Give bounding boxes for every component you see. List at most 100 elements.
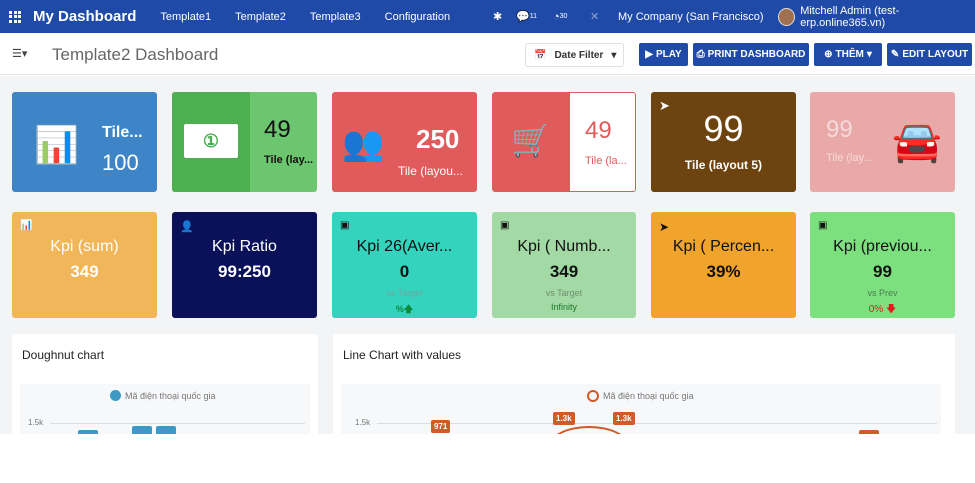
money-icon: ▣ xyxy=(818,220,828,231)
app-brand[interactable]: My Dashboard xyxy=(33,8,136,25)
user-icon: 👤 xyxy=(180,221,194,233)
kpi-value: 349 xyxy=(70,262,99,281)
kpi-value: 0 xyxy=(399,262,410,281)
chart-legend[interactable]: Mã điện thoại quốc gia xyxy=(587,390,694,402)
print-dashboard-button[interactable]: ⎙ PRINT DASHBOARD xyxy=(693,43,809,66)
money-icon: ① xyxy=(184,124,238,158)
caret-down-icon: ▾ xyxy=(866,49,872,60)
tile-label: Tile... xyxy=(102,124,143,141)
close-icon[interactable]: ✕ xyxy=(590,0,599,33)
kpi-1[interactable]: 📊 Kpi (sum) 349 xyxy=(12,212,157,318)
edit-label: EDIT LAYOUT xyxy=(902,49,969,60)
arrow-up-icon: 🡅 xyxy=(403,304,414,314)
legend-circle-icon xyxy=(587,390,599,402)
kpi-label: Kpi (sum) xyxy=(50,238,119,255)
chat-icon: 💬 xyxy=(516,11,530,23)
activity-count: 30 xyxy=(559,13,568,20)
bug-icon[interactable]: ✱ xyxy=(493,0,502,33)
caret-down-icon: ▾ xyxy=(611,49,617,61)
tile-value: 99 xyxy=(703,108,744,149)
play-button[interactable]: ▶ PLAY xyxy=(639,43,688,66)
car-icon: 🚘 xyxy=(892,120,942,164)
kpi-value: 349 xyxy=(549,262,579,281)
chart-title: Doughnut chart xyxy=(22,348,105,362)
kpi-2[interactable]: 👤 Kpi Ratio 99:250 xyxy=(172,212,317,318)
control-panel: ☰▾ Template2 Dashboard 📅 Date Filter ▾ ▶ PL… xyxy=(0,33,975,75)
legend-label: Mã điện thoại quốc gia xyxy=(603,391,694,401)
tile-value: 49 xyxy=(264,116,291,143)
kpi-label: Kpi 26(Aver... xyxy=(356,238,453,255)
avatar xyxy=(778,7,796,26)
nav-configuration[interactable]: Configuration xyxy=(385,11,450,23)
kpi-sub: vs Target xyxy=(545,288,583,298)
bar-chart-icon: 📊 xyxy=(34,124,79,165)
kpi-label: Kpi Ratio xyxy=(212,238,277,255)
data-label: 1.3k xyxy=(553,412,575,425)
data-label: 971 xyxy=(431,420,451,433)
nav-template2[interactable]: Template2 xyxy=(235,11,286,23)
bar-chart-icon: 📊 xyxy=(20,220,33,231)
tile-6[interactable]: 99 Tile (lay... 🚘 xyxy=(810,92,955,192)
play-label: PLAY xyxy=(655,49,682,60)
nav-template3[interactable]: Template3 xyxy=(310,11,361,23)
kpi-label: Kpi ( Percen... xyxy=(672,238,775,255)
kpi-sub: vs Prev xyxy=(867,288,898,298)
them-button[interactable]: ⊕ THÊM ▾ xyxy=(814,43,882,66)
clock-icon: ◔ xyxy=(553,10,560,23)
kpi-6[interactable]: ▣ Kpi (previou... 99 vs Prev 0% 🡇 xyxy=(810,212,955,318)
page-title: Template2 Dashboard xyxy=(52,45,219,64)
blank-footer xyxy=(0,434,975,483)
kpi-value: 99:250 xyxy=(218,262,271,281)
print-icon: ⎙ xyxy=(696,49,705,60)
kpi-value: 99 xyxy=(873,262,892,281)
kpi-sub: vs Target xyxy=(386,288,423,298)
legend-label: Mã điện thoại quốc gia xyxy=(125,390,216,401)
tile-label: Tile (layou... xyxy=(398,164,463,178)
user-menu[interactable]: Mitchell Admin (test-erp.online365.vn) xyxy=(778,0,975,33)
company-switcher[interactable]: My Company (San Francisco) xyxy=(618,0,764,33)
legend-dot-icon xyxy=(110,390,121,401)
kpi-extra: 0% xyxy=(868,304,884,315)
tile-label: Tile (lay... xyxy=(826,152,873,164)
calendar-icon: 📅 xyxy=(534,49,547,61)
y-tick: 1.5k xyxy=(355,418,371,427)
them-label: THÊM xyxy=(835,49,864,60)
nav-template1[interactable]: Template1 xyxy=(160,11,211,23)
top-navbar: My Dashboard Template1 Template2 Templat… xyxy=(0,0,975,33)
tile-value: 250 xyxy=(416,124,460,154)
tile-value: 49 xyxy=(585,117,612,144)
tile-4[interactable]: 🛒 49 Tile (la... xyxy=(492,92,636,192)
pencil-icon: ✎ xyxy=(890,49,900,60)
y-tick: 1.5k xyxy=(28,418,44,427)
tile-value: 99 xyxy=(826,116,853,143)
chart-title: Line Chart with values xyxy=(343,348,462,362)
kpi-3[interactable]: ▣ Kpi 26(Aver... 0 vs Target %🡅 xyxy=(332,212,477,318)
kpi-extra: % xyxy=(395,304,404,314)
tile-label: Tile (lay... xyxy=(264,154,314,166)
users-icon: 👥 xyxy=(342,125,385,163)
chart-legend[interactable]: Mã điện thoại quốc gia xyxy=(110,390,216,401)
tile-label: Tile (la... xyxy=(585,155,627,167)
date-filter-dropdown[interactable]: 📅 Date Filter ▾ xyxy=(525,43,624,67)
filter-toggle-icon[interactable]: ☰▾ xyxy=(12,47,27,60)
messages-count: 11 xyxy=(529,13,537,20)
kpi-value: 39% xyxy=(706,262,741,281)
tile-3[interactable]: 👥 250 Tile (layou... xyxy=(332,92,477,192)
messages-button[interactable]: 💬 11 xyxy=(516,0,537,33)
kpi-4[interactable]: ▣ Kpi ( Numb... 349 vs Target Infinity xyxy=(492,212,636,318)
print-label: PRINT DASHBOARD xyxy=(707,49,806,60)
apps-menu-icon[interactable] xyxy=(9,10,21,23)
edit-layout-button[interactable]: ✎ EDIT LAYOUT xyxy=(887,43,972,66)
tile-2[interactable]: ① 49 Tile (lay... xyxy=(172,92,317,192)
plus-circle-icon: ⊕ xyxy=(824,49,833,60)
kpi-5[interactable]: ➤ Kpi ( Percen... 39% xyxy=(651,212,796,318)
tile-1[interactable]: 📊 Tile... 100 xyxy=(12,92,157,192)
tile-5[interactable]: ➤ 99 Tile (layout 5) xyxy=(651,92,796,192)
activity-button[interactable]: ◔ 30 xyxy=(553,0,567,33)
user-name: Mitchell Admin (test-erp.online365.vn) xyxy=(800,4,900,29)
tile-label: Tile (layout 5) xyxy=(684,158,763,172)
money-icon: ▣ xyxy=(500,220,510,231)
play-icon: ▶ xyxy=(645,49,653,60)
kpi-extra: Infinity xyxy=(550,302,577,312)
paper-plane-icon: ➤ xyxy=(659,220,670,234)
